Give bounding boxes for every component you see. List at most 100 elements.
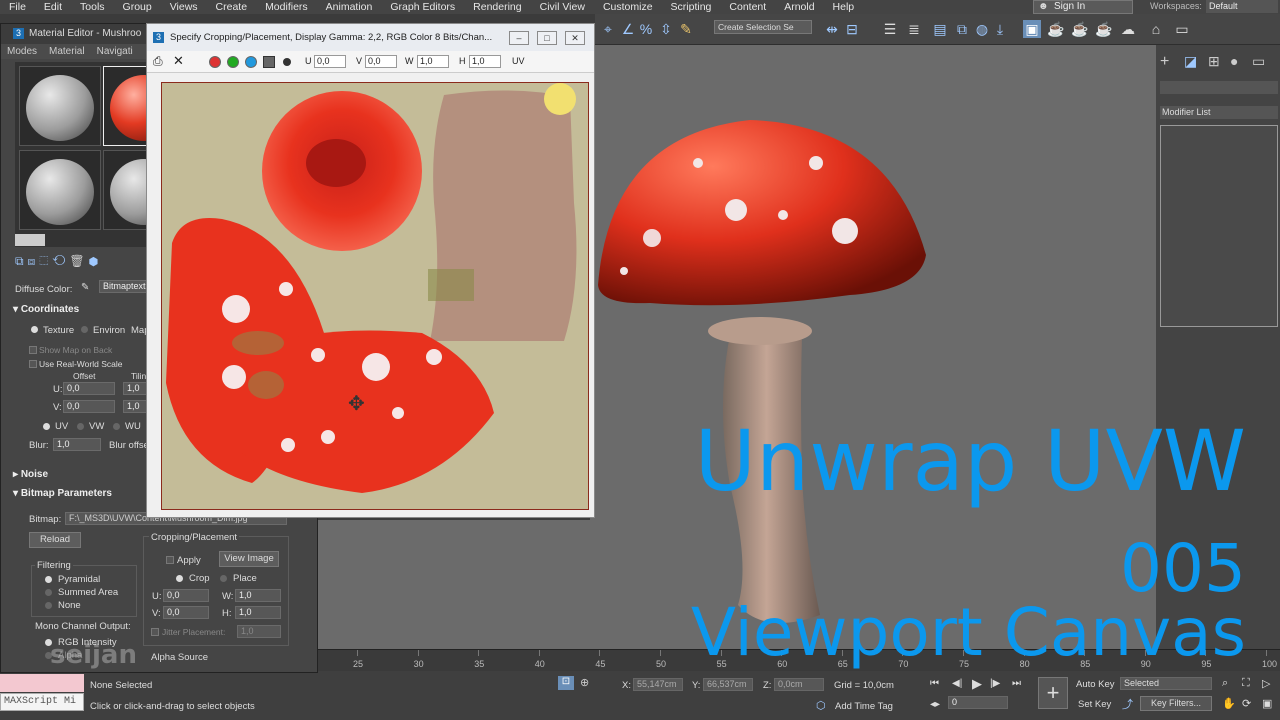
z-coordinate-field[interactable]: 0,0cm	[774, 678, 824, 691]
crop-w-toolbar-field[interactable]: 1,0	[417, 55, 449, 68]
crop-v-toolbar-field[interactable]: 0,0	[365, 55, 397, 68]
vw-radio[interactable]	[77, 423, 84, 430]
material-menu-modes[interactable]: Modes	[1, 44, 43, 59]
green-channel-button[interactable]	[227, 56, 239, 68]
schematic-view-icon[interactable]: ⧉	[953, 20, 971, 38]
perspective-viewport[interactable]	[590, 45, 1156, 649]
place-radio[interactable]	[220, 575, 227, 582]
v-tiling-spinner[interactable]: 1,0	[123, 400, 147, 413]
eyedropper-icon[interactable]: ✎	[81, 282, 89, 293]
environ-radio[interactable]	[81, 326, 88, 333]
real-world-scale-checkbox[interactable]	[29, 360, 37, 368]
render-setup-icon[interactable]: ⤓	[991, 20, 1009, 38]
uv-radio[interactable]	[43, 423, 50, 430]
menu-item-rendering[interactable]: Rendering	[464, 1, 530, 13]
crop-u-toolbar-field[interactable]: 0,0	[314, 55, 346, 68]
angle-snap-icon[interactable]: ∠	[619, 20, 637, 38]
close-window-button[interactable]: ✕	[565, 31, 585, 45]
v-offset-spinner[interactable]: 0,0	[63, 400, 115, 413]
material-editor-icon[interactable]: ◍	[973, 20, 991, 38]
view-image-button[interactable]: View Image	[219, 551, 279, 567]
default-in-out-tangent-icon[interactable]: ⤴	[1122, 696, 1133, 712]
set-key-label[interactable]: Set Key	[1078, 699, 1111, 710]
uv-toggle-label[interactable]: UV	[512, 56, 525, 66]
texture-radio[interactable]	[31, 326, 38, 333]
slots-scrollbar[interactable]	[15, 234, 45, 246]
render-iterative-icon[interactable]: ☕	[1071, 20, 1089, 38]
red-channel-button[interactable]	[209, 56, 221, 68]
maxscript-listener-output[interactable]	[0, 674, 84, 692]
play-icon[interactable]: ▶	[972, 676, 982, 692]
menu-item-create[interactable]: Create	[207, 1, 257, 13]
menu-item-help[interactable]: Help	[824, 1, 864, 13]
u-tiling-spinner[interactable]: 1,0	[123, 382, 147, 395]
modifier-list-dropdown[interactable]: Modifier List	[1160, 106, 1278, 119]
activeshade-icon[interactable]: ☕	[1095, 20, 1113, 38]
maximize-button[interactable]: □	[537, 31, 557, 45]
monochrome-button[interactable]	[283, 58, 291, 66]
menu-item-views[interactable]: Views	[161, 1, 207, 13]
object-name-field[interactable]	[1160, 81, 1278, 94]
wu-radio[interactable]	[113, 423, 120, 430]
spinner-snap-icon[interactable]: ⇳	[657, 20, 675, 38]
display-tab-icon[interactable]: ▭	[1252, 53, 1265, 70]
x-coordinate-field[interactable]: 55,147cm	[633, 678, 683, 691]
menu-item-group[interactable]: Group	[114, 1, 161, 13]
blur-spinner[interactable]: 1,0	[53, 438, 101, 451]
create-selection-set-dropdown[interactable]: Create Selection Se	[714, 20, 812, 34]
material-menu-material[interactable]: Material	[43, 44, 91, 59]
u-offset-spinner[interactable]: 0,0	[63, 382, 115, 395]
viewport-lower-left[interactable]	[315, 520, 595, 649]
go-to-start-icon[interactable]: ⏮	[930, 678, 939, 689]
material-menu-navigati[interactable]: Navigati	[91, 44, 139, 59]
menu-item-file[interactable]: File	[0, 1, 35, 13]
render-production-icon[interactable]: ☕	[1047, 20, 1065, 38]
menu-item-civil-view[interactable]: Civil View	[531, 1, 594, 13]
set-key-button[interactable]: +	[1038, 677, 1068, 709]
previous-frame-icon[interactable]: ◀|	[952, 678, 962, 689]
key-filters-button[interactable]: Key Filters...	[1140, 696, 1212, 711]
sample-slot-1[interactable]	[19, 66, 101, 146]
reload-button[interactable]: Reload	[29, 532, 81, 548]
assign-material-icon[interactable]: ⬚	[39, 254, 52, 268]
apply-checkbox[interactable]	[166, 556, 174, 564]
pyramidal-radio[interactable]	[45, 576, 52, 583]
menu-item-tools[interactable]: Tools	[71, 1, 114, 13]
menu-item-arnold[interactable]: Arnold	[775, 1, 823, 13]
crop-radio[interactable]	[176, 575, 183, 582]
menu-item-edit[interactable]: Edit	[35, 1, 71, 13]
layer-explorer-icon[interactable]: ≣	[905, 20, 923, 38]
menu-item-modifiers[interactable]: Modifiers	[256, 1, 317, 13]
create-tab-icon[interactable]: +	[1160, 53, 1169, 71]
jitter-placement-spinner[interactable]: 1,0	[237, 625, 281, 638]
texture-preview-canvas[interactable]: ✥	[161, 82, 589, 510]
crop-h-toolbar-field[interactable]: 1,0	[469, 55, 501, 68]
auto-key-button[interactable]: Auto Key	[1076, 679, 1115, 690]
y-coordinate-field[interactable]: 66,537cm	[703, 678, 753, 691]
menu-item-graph-editors[interactable]: Graph Editors	[381, 1, 464, 13]
add-time-tag-button[interactable]: Add Time Tag	[835, 701, 893, 712]
current-frame-field[interactable]: 0	[948, 696, 1008, 709]
menu-item-content[interactable]: Content	[720, 1, 775, 13]
jitter-placement-checkbox[interactable]	[151, 628, 159, 636]
next-frame-icon[interactable]: |▶	[990, 678, 1000, 689]
field-of-view-icon[interactable]: ▷	[1262, 677, 1270, 690]
crop-w-spinner[interactable]: 1,0	[235, 589, 281, 602]
snap-toggle-icon[interactable]: ⌖	[599, 20, 617, 38]
absolute-mode-icon[interactable]: ⊕	[580, 676, 589, 689]
maximize-viewport-icon[interactable]: ▣	[1262, 697, 1272, 710]
selected-dropdown[interactable]: Selected	[1120, 677, 1212, 690]
rendered-frame-window-icon[interactable]: ▣	[1023, 20, 1041, 38]
crop-h-spinner[interactable]: 1,0	[235, 606, 281, 619]
viewport-layout-icon[interactable]: ▭	[1173, 20, 1191, 38]
pan-icon[interactable]: ✋	[1222, 697, 1236, 710]
delete-icon[interactable]: 🗑	[69, 254, 88, 268]
modifier-stack[interactable]	[1160, 125, 1278, 327]
minimize-button[interactable]: –	[509, 31, 529, 45]
none-radio[interactable]	[45, 602, 52, 609]
sample-slot-3[interactable]	[19, 150, 101, 230]
time-tag-icon[interactable]: ⬡	[816, 699, 826, 712]
edit-named-selection-icon[interactable]: ✎	[677, 20, 695, 38]
go-to-end-icon[interactable]: ⏭	[1012, 678, 1021, 689]
get-material-icon[interactable]: ⧉	[15, 254, 28, 268]
